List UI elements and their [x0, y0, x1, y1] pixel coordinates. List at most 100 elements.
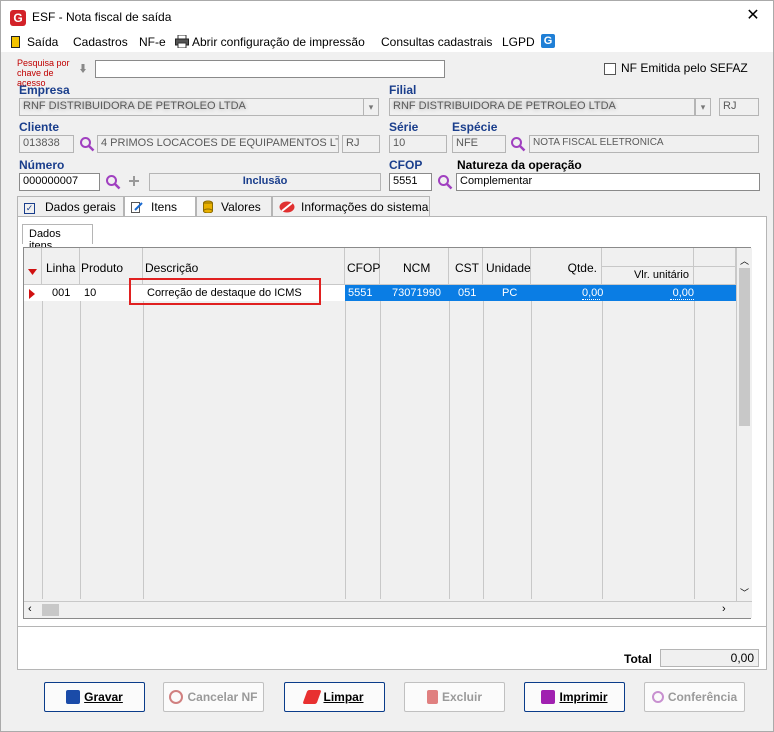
gravar-button[interactable]: Gravar: [44, 682, 145, 712]
cliente-name-field: 4 PRIMOS LOCACOES DE EQUIPAMENTOS LTI: [97, 135, 339, 153]
tab-informacoes-sistema[interactable]: Informações do sistema: [272, 196, 430, 216]
grid-indicator-header: [24, 248, 42, 285]
lgpd-logo-icon[interactable]: G: [541, 34, 555, 48]
cliente-search-icon[interactable]: [79, 136, 95, 152]
horizontal-scroll-thumb[interactable]: [42, 604, 59, 616]
app-logo-icon: G: [10, 10, 26, 26]
scroll-right-icon[interactable]: ›: [722, 603, 726, 615]
serie-field[interactable]: 10: [389, 135, 447, 153]
col-header-label: Qtde.: [567, 261, 597, 275]
cell-linha: 001: [52, 287, 71, 299]
tab-label: Dados gerais: [45, 200, 116, 214]
cell-unidade: PC: [502, 287, 518, 299]
col-header-label: Unidade: [486, 261, 531, 275]
numero-search-icon[interactable]: [105, 174, 121, 190]
col-header-qtde[interactable]: Qtde.: [531, 248, 602, 285]
cell-cst: 051: [458, 287, 477, 299]
col-header-label: NCM: [403, 261, 431, 275]
button-label: Conferência: [667, 690, 738, 704]
tab-dados-gerais[interactable]: ✓ Dados gerais: [17, 196, 124, 216]
cell-vlr-unitario: 0,00: [670, 287, 694, 300]
col-header-label: Descrição: [145, 261, 199, 275]
window-title: ESF - Nota fiscal de saída: [32, 10, 172, 24]
grid-horizontal-scrollbar[interactable]: ‹ ›: [24, 601, 752, 618]
filial-dropdown-icon[interactable]: ▾: [695, 98, 711, 116]
menu-nfe[interactable]: NF-e: [139, 35, 166, 49]
cliente-label: Cliente: [19, 120, 60, 134]
especie-desc-field: NOTA FISCAL ELETRONICA: [529, 135, 759, 153]
close-icon[interactable]: ✕: [743, 6, 763, 26]
cell-produto: 10: [84, 287, 97, 299]
filial-label: Filial: [389, 83, 417, 97]
menu-bar: Saída Cadastros NF-e Abrir configuração …: [1, 32, 773, 52]
printer-icon: [541, 689, 556, 704]
empresa-label: Empresa: [19, 83, 70, 97]
filial-combo[interactable]: RNF DISTRIBUIDORA DE PETROLEO LTDA: [389, 98, 695, 116]
button-label: Limpar: [323, 690, 364, 704]
col-header-ncm[interactable]: NCM: [380, 248, 449, 285]
main-window: G ESF - Nota fiscal de saída ✕ Saída Cad…: [0, 0, 774, 732]
menu-saida[interactable]: Saída: [27, 35, 58, 49]
numero-label: Número: [19, 158, 65, 172]
col-header-unidade[interactable]: Unidade: [483, 248, 531, 285]
cell-cfop: 5551: [348, 287, 373, 299]
save-disk-icon: [66, 689, 81, 704]
tab-label: Informações do sistema: [301, 200, 429, 214]
col-header-label: Linha: [46, 261, 76, 275]
system-info-icon: [279, 201, 295, 213]
exit-door-icon: [11, 36, 20, 48]
coins-icon: [203, 200, 215, 214]
scroll-left-icon[interactable]: ‹: [28, 603, 32, 615]
natureza-label: Natureza da operação: [457, 158, 582, 172]
especie-label: Espécie: [452, 120, 498, 134]
especie-search-icon[interactable]: [510, 136, 526, 152]
pencil-doc-icon: [131, 201, 143, 213]
conferencia-button[interactable]: Conferência: [644, 682, 745, 712]
excluir-button[interactable]: Excluir: [404, 682, 505, 712]
search-hint-icon: [80, 62, 86, 73]
cfop-label: CFOP: [389, 158, 423, 172]
col-header-extra: [694, 248, 736, 285]
cell-ncm: 73071990: [392, 287, 441, 299]
magnifier-icon: [651, 690, 664, 703]
tab-label: Valores: [221, 200, 261, 214]
limpar-button[interactable]: Limpar: [284, 682, 385, 712]
nf-emitida-sefaz-checkbox[interactable]: [604, 63, 616, 75]
especie-code-field[interactable]: NFE: [452, 135, 506, 153]
sort-down-icon[interactable]: [28, 264, 37, 275]
filial-uf-field: RJ: [719, 98, 759, 116]
imprimir-button[interactable]: Imprimir: [524, 682, 625, 712]
scroll-down-icon[interactable]: ﹀: [740, 586, 749, 599]
menu-abrir-config-impressao[interactable]: Abrir configuração de impressão: [192, 35, 365, 49]
menu-consultas-cadastrais[interactable]: Consultas cadastrais: [381, 35, 492, 49]
vertical-scroll-thumb[interactable]: [739, 268, 750, 426]
tab-itens[interactable]: Itens: [124, 196, 196, 217]
cliente-uf-field: RJ: [342, 135, 380, 153]
eraser-icon: [302, 689, 323, 704]
col-header-cst[interactable]: CST: [449, 248, 483, 285]
empresa-dropdown-icon[interactable]: ▾: [363, 98, 379, 116]
trash-icon: [426, 689, 438, 704]
subtab-dados-itens[interactable]: Dados itens: [22, 224, 93, 252]
col-header-linha[interactable]: Linha: [42, 248, 80, 285]
menu-cadastros[interactable]: Cadastros: [73, 35, 128, 49]
tab-valores[interactable]: Valores: [196, 196, 272, 216]
natureza-field[interactable]: Complementar: [456, 173, 760, 191]
empresa-combo[interactable]: RNF DISTRIBUIDORA DE PETROLEO LTDA: [19, 98, 364, 116]
menu-lgpd[interactable]: LGPD: [502, 35, 535, 49]
numero-field[interactable]: 000000007: [19, 173, 100, 191]
cliente-code-field[interactable]: 013838: [19, 135, 74, 153]
add-icon[interactable]: [128, 175, 140, 187]
grid-vertical-scrollbar[interactable]: ︿ ﹀: [736, 248, 752, 601]
scroll-up-icon[interactable]: ︿: [740, 254, 749, 267]
col-header-cfop[interactable]: CFOP: [345, 248, 380, 285]
cfop-field[interactable]: 5551: [389, 173, 432, 191]
cell-qtde: 0,00: [582, 287, 604, 300]
printer-icon: [175, 34, 189, 49]
current-row-arrow-icon: [29, 288, 35, 299]
access-key-search-input[interactable]: [95, 60, 445, 78]
cancelar-nf-button[interactable]: Cancelar NF: [163, 682, 264, 712]
cancel-icon: [169, 689, 184, 704]
cfop-search-icon[interactable]: [437, 174, 453, 190]
col-header-vlr-unitario[interactable]: Vlr. unitário: [602, 248, 694, 285]
